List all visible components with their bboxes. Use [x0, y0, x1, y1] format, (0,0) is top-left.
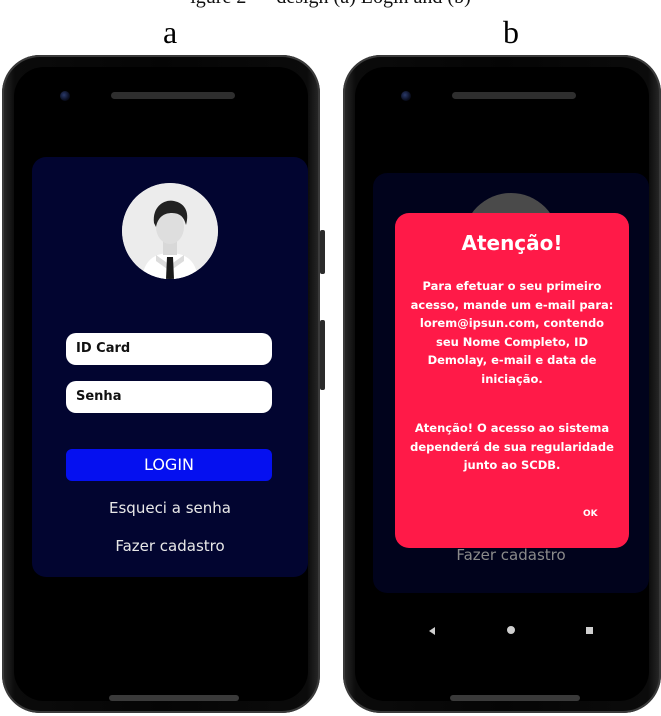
panel-label-b: b — [503, 14, 519, 50]
dialog-message-1: Para efetuar o seu primeiro acesso, mand… — [410, 279, 614, 386]
recents-nav-icon[interactable] — [586, 627, 593, 634]
top-speaker — [452, 92, 576, 99]
register-link[interactable]: Fazer cadastro — [32, 537, 308, 555]
dialog-title: Atenção! — [461, 231, 563, 255]
panel-label-a: a — [163, 14, 178, 50]
ok-button[interactable]: OK — [583, 509, 598, 519]
background-register-link: Fazer cadastro — [456, 546, 566, 564]
bottom-speaker — [109, 695, 239, 701]
camera-icon — [60, 91, 70, 101]
top-speaker — [111, 92, 235, 99]
avatar-icon — [122, 183, 218, 279]
phone-b: Fazer cadastro Atenção! Para efetuar o s… — [343, 55, 661, 713]
alert-dialog: Atenção! Para efetuar o seu primeiro ace… — [395, 213, 629, 548]
home-nav-icon[interactable] — [507, 626, 515, 634]
bottom-speaker — [450, 695, 580, 701]
dialog-message-2: Atenção! O acesso ao sistema dependerá d… — [410, 421, 614, 472]
screen-a: ID Card Senha LOGIN Esqueci a senha Faze… — [14, 67, 308, 701]
camera-icon — [401, 91, 411, 101]
password-field[interactable]: Senha — [66, 381, 272, 413]
screen-b: Fazer cadastro Atenção! Para efetuar o s… — [355, 67, 649, 701]
login-button[interactable]: LOGIN — [66, 449, 272, 481]
back-nav-icon[interactable] — [429, 627, 435, 635]
id-card-field[interactable]: ID Card — [66, 333, 272, 365]
figure-caption: igure 2 — design (a) Login and (b) — [0, 0, 661, 9]
phone-a: ID Card Senha LOGIN Esqueci a senha Faze… — [2, 55, 325, 713]
forgot-password-link[interactable]: Esqueci a senha — [32, 499, 308, 517]
login-card: ID Card Senha LOGIN Esqueci a senha Faze… — [32, 157, 308, 577]
side-button-lower[interactable] — [320, 320, 325, 390]
side-button-upper[interactable] — [320, 230, 325, 274]
